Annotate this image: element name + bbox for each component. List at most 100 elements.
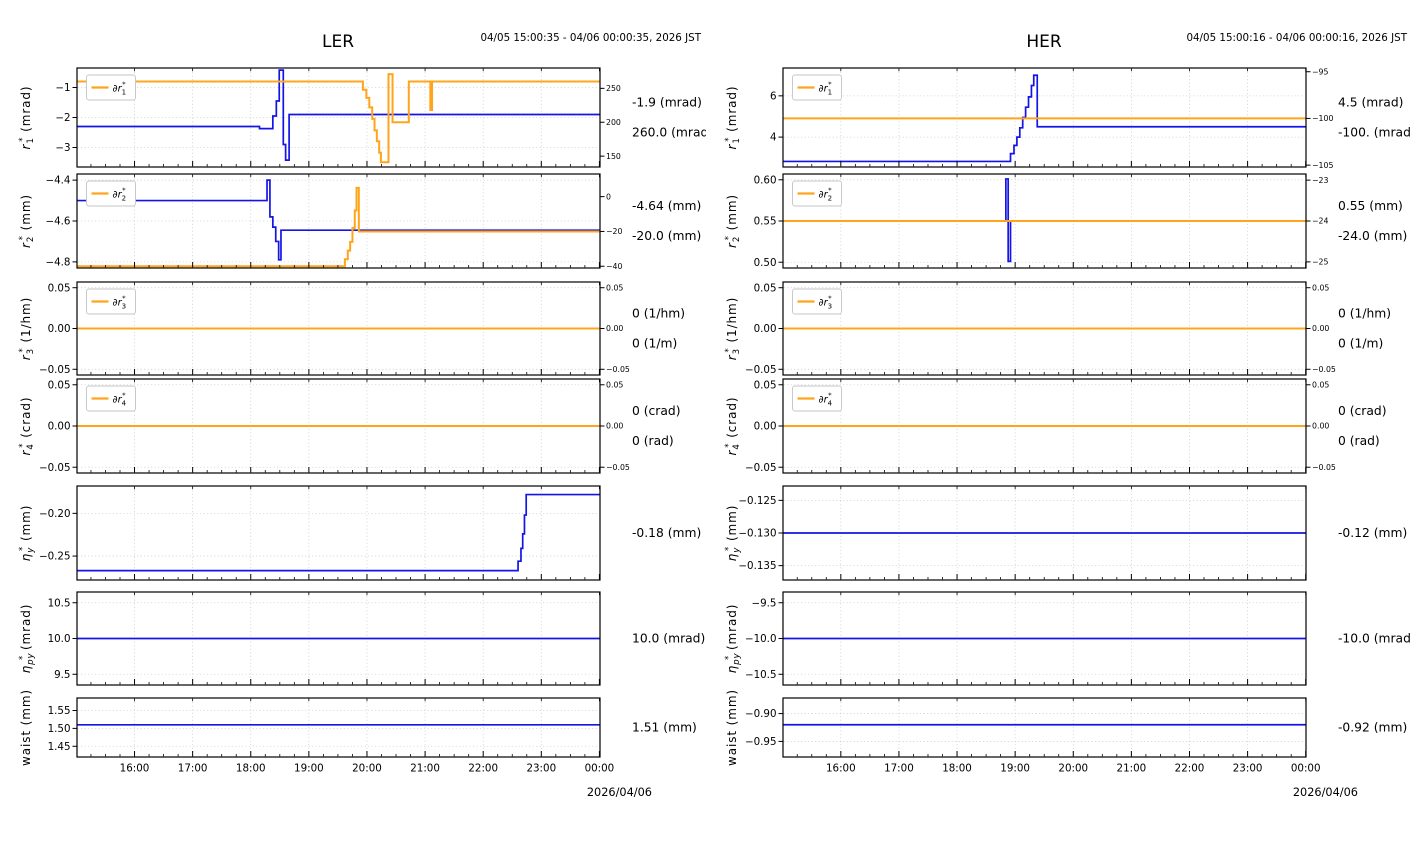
right-y-tick-label: 0.00 [606, 324, 623, 333]
x-tick-label: 21:00 [1117, 763, 1147, 775]
x-axis-date-label: 2026/04/06 [1293, 786, 1358, 799]
x-tick-label: 16:00 [120, 763, 150, 775]
y-tick-label: −2 [55, 112, 70, 124]
y-axis-label: r2* (mm) [724, 194, 742, 248]
y-axis-label: waist (mm) [19, 689, 33, 766]
readout-value-blue: -1.9 (mrad) [632, 96, 702, 110]
readout-value-orange: 0 (rad) [1338, 434, 1380, 448]
plot-r3*: 0.050.00−0.050.050.00−0.05r3* (1/hm) ∂r3*… [724, 281, 1391, 376]
y-axis-label: r4* (crad) [18, 397, 36, 456]
plot-r4*: 0.050.00−0.050.050.00−0.05r4* (crad) ∂r4*… [724, 378, 1387, 474]
optics-monitor-page: LER 04/05 15:00:35 - 04/06 00:00:35, 2026… [0, 0, 1412, 864]
readout-value-orange: 0 (rad) [632, 434, 674, 448]
y-tick-label: −0.25 [39, 551, 71, 563]
legend: ∂r3* [86, 288, 136, 315]
y-tick-label: −0.125 [738, 495, 776, 507]
x-tick-label: 17:00 [884, 763, 914, 775]
right-y-tick-label: 250 [606, 84, 621, 93]
x-tick-label: 22:00 [468, 763, 498, 775]
right-y-tick-label: 0.00 [606, 422, 623, 431]
readout-value-blue: 10.0 (mrad) [632, 632, 705, 646]
readout-value-blue: -0.18 (mm) [632, 526, 701, 540]
readout-value-blue: 1.51 (mm) [632, 721, 697, 735]
plot-area [77, 486, 600, 580]
y-axis-label: r3* (1/hm) [18, 297, 36, 360]
legend: ∂r4* [86, 385, 136, 412]
y-tick-label: −0.20 [39, 508, 71, 520]
right-y-tick-label: −0.05 [1312, 365, 1336, 374]
y-tick-label: 0.05 [48, 282, 71, 294]
y-tick-label: 0.50 [754, 257, 777, 269]
chart-column-svg: LER 04/05 15:00:35 - 04/06 00:00:35, 2026… [18, 32, 713, 799]
y-tick-label: 10.0 [48, 633, 71, 645]
y-tick-label: 0.05 [48, 379, 71, 391]
right-y-tick-label: −20 [606, 227, 622, 236]
x-tick-label: 17:00 [178, 763, 208, 775]
y-tick-label: 0.00 [754, 323, 777, 335]
y-tick-label: −9.5 [751, 597, 776, 609]
y-tick-label: −0.05 [745, 364, 777, 376]
y-axis-label: r2* (mm) [18, 194, 36, 248]
x-tick-label: 00:00 [585, 763, 615, 775]
plot-r2*: 0.60 0.55 0.50 −23 −24 −25 r2* (mm) ∂r2* 0.55 (m… [724, 173, 1407, 269]
x-tick-label: 16:00 [826, 763, 856, 775]
column-title: LER [322, 32, 354, 52]
readout-value-orange: -100. (mrad) [1338, 126, 1412, 140]
right-y-tick-label: 0 [606, 192, 611, 201]
y-tick-label: −10.0 [745, 633, 777, 645]
readout-value-blue: 0.55 (mm) [1338, 199, 1403, 213]
y-tick-label: −4.8 [45, 256, 70, 268]
y-tick-label: −0.95 [745, 736, 777, 748]
her-chart-column: HER 04/05 15:00:16 - 04/06 00:00:16, 2026… [706, 0, 1412, 864]
y-axis-label: r3* (1/hm) [724, 297, 742, 360]
y-tick-label: 1.50 [48, 723, 71, 735]
right-y-tick-label: 0.00 [1312, 324, 1329, 333]
right-y-tick-label: 0.05 [606, 283, 623, 292]
right-y-tick-label: −40 [606, 262, 622, 271]
plot-waist: 1.55 1.50 1.45 waist (mm) 1.51 (mm) [19, 689, 697, 766]
x-tick-label: 00:00 [1291, 763, 1321, 775]
right-y-tick-label: 0.05 [606, 380, 623, 389]
y-tick-label: −10.5 [745, 669, 777, 681]
x-tick-label: 22:00 [1175, 763, 1205, 775]
y-tick-label: −1 [55, 82, 70, 94]
right-y-tick-label: 150 [606, 152, 621, 161]
y-tick-label: 9.5 [54, 669, 70, 681]
right-y-tick-label: 0.05 [1312, 283, 1329, 292]
time-range-label: 04/05 15:00:16 - 04/06 00:00:16, 2026 JS… [1186, 32, 1407, 44]
y-tick-label: 4 [770, 132, 777, 144]
readout-value-orange: 0 (1/m) [1338, 337, 1383, 351]
readout-value-blue: -10.0 (mrad) [1338, 632, 1412, 646]
y-tick-label: 0.00 [48, 421, 71, 433]
x-tick-label: 18:00 [236, 763, 266, 775]
right-y-tick-label: −95 [1312, 67, 1328, 76]
x-axis-date-label: 2026/04/06 [587, 786, 652, 799]
readout-value-blue: -0.12 (mm) [1338, 526, 1407, 540]
readout-value-blue: -4.64 (mm) [632, 199, 701, 213]
y-axis-label: waist (mm) [725, 689, 739, 766]
y-tick-label: −0.05 [745, 462, 777, 474]
readout-value-orange: -24.0 (mm) [1338, 229, 1407, 243]
y-tick-label: −0.135 [738, 560, 776, 572]
plot-r2*: −4.4 −4.6 −4.8 0 −20 −40 r2* (mm) ∂r2* -4.64 (mm… [18, 173, 701, 271]
readout-value-blue: 0 (crad) [632, 404, 681, 418]
x-tick-label: 19:00 [294, 763, 324, 775]
x-tick-label: 21:00 [410, 763, 440, 775]
legend: ∂r1* [792, 74, 842, 101]
y-axis-label: ηpy* (mrad) [18, 604, 36, 674]
ler-chart-column: LER 04/05 15:00:35 - 04/06 00:00:35, 2026… [0, 0, 713, 864]
y-tick-label: 1.45 [48, 741, 71, 753]
legend: ∂r1* [86, 74, 136, 101]
right-y-tick-label: −23 [1312, 176, 1328, 185]
plot-waist: −0.90 −0.95 waist (mm) -0.92 (mm) [725, 689, 1407, 766]
right-y-tick-label: −0.05 [606, 365, 630, 374]
chart-column-svg: HER 04/05 15:00:16 - 04/06 00:00:16, 2026… [724, 32, 1412, 799]
plot-r3*: 0.050.00−0.050.050.00−0.05r3* (1/hm) ∂r3*… [18, 281, 685, 376]
right-y-tick-label: 0.05 [1312, 380, 1329, 389]
x-tick-label: 18:00 [942, 763, 972, 775]
readout-value-orange: -20.0 (mm) [632, 229, 701, 243]
y-axis-label: ηy* (mm) [18, 505, 36, 562]
y-tick-label: −0.05 [39, 364, 71, 376]
plot-r1*: −1 −2 −3 250 200 150 r1* (mrad) ∂r1* -1.9 (mrad)… [18, 67, 713, 168]
y-tick-label: 0.05 [754, 282, 777, 294]
